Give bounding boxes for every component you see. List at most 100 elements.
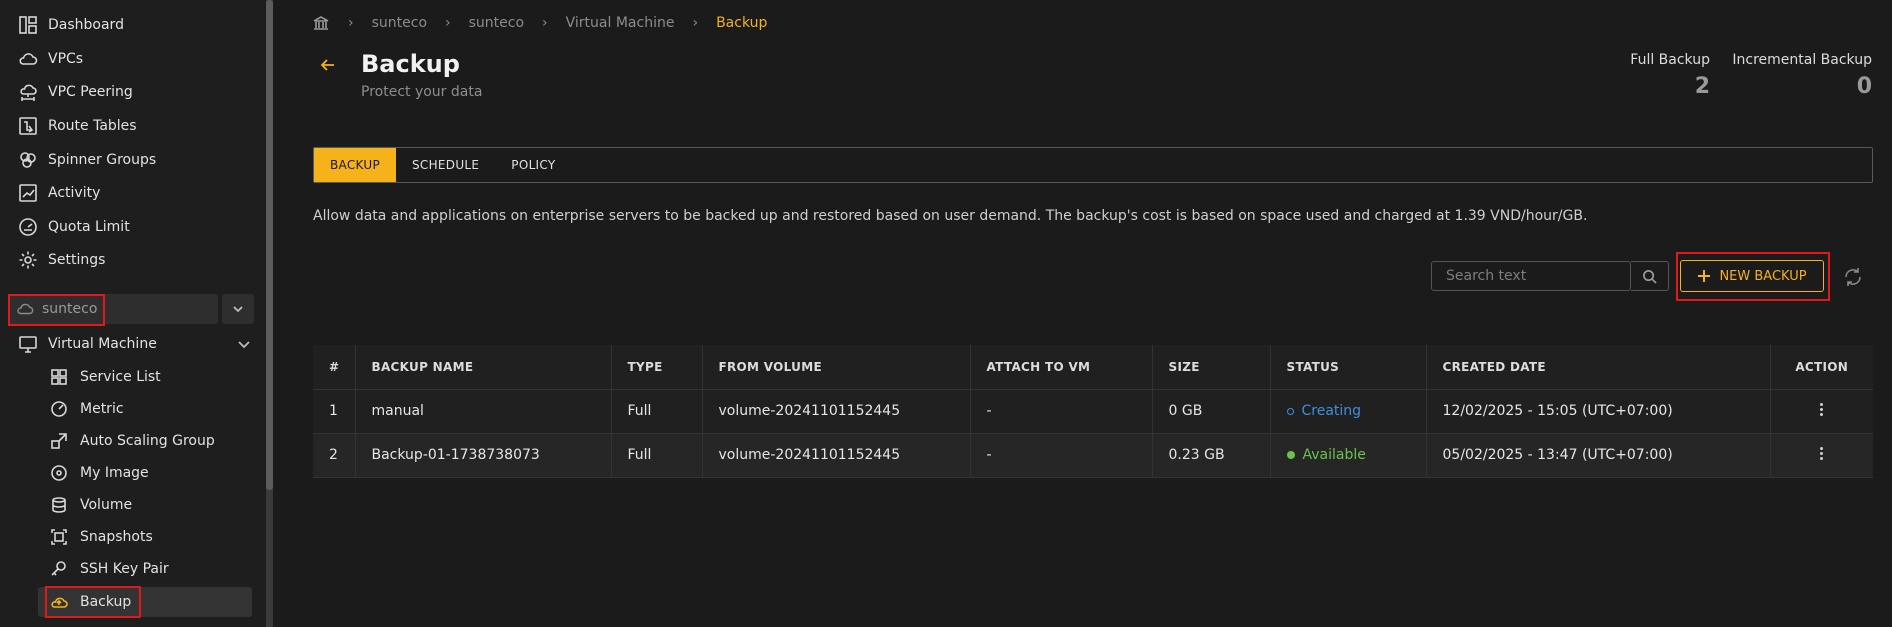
column-header-from-volume[interactable]: FROM VOLUME: [702, 345, 971, 390]
search-input[interactable]: [1432, 262, 1632, 290]
breadcrumb-separator: ›: [692, 15, 699, 31]
sidebar-item-label: Spinner Groups: [48, 152, 157, 168]
sidebar-item-spinner-groups[interactable]: Spinner Groups: [18, 146, 156, 174]
cloud-icon: [19, 53, 38, 65]
sidebar-subitem-my-image[interactable]: My Image: [50, 459, 149, 487]
cell-status: Creating: [1270, 389, 1427, 434]
sidebar-subitem-auto-scaling-group[interactable]: Auto Scaling Group: [50, 427, 215, 455]
sidebar-subitem-label: Snapshots: [80, 529, 153, 545]
column-header-type[interactable]: TYPE: [611, 345, 703, 390]
new-backup-button[interactable]: NEW BACKUP: [1680, 260, 1824, 292]
sidebar-subitem-volume[interactable]: Volume: [50, 491, 132, 519]
sidebar-item-label: Quota Limit: [48, 219, 130, 235]
column-header-attach-to-vm[interactable]: ATTACH TO VM: [970, 345, 1153, 390]
sidebar-subitem-label: Auto Scaling Group: [80, 433, 215, 449]
cell-status: Available: [1270, 433, 1427, 478]
cell-type: Full: [611, 433, 703, 478]
monitor-icon: [19, 336, 37, 353]
scrollbar-thumb[interactable]: [266, 0, 273, 490]
sidebar-subitem-service-list[interactable]: Service List: [50, 363, 161, 391]
column-header-action: ACTION: [1770, 345, 1873, 390]
status-badge-available: Available: [1286, 447, 1366, 463]
sidebar-item-vpcs[interactable]: VPCs: [18, 45, 83, 73]
bank-home-icon[interactable]: [312, 14, 330, 32]
project-select[interactable]: sunteco: [8, 294, 218, 324]
table-row[interactable]: 1 manual Full volume-20241101152445 - 0 …: [313, 389, 1873, 434]
sidebar-item-route-tables[interactable]: Route Tables: [18, 112, 137, 140]
disc-icon: [51, 465, 67, 481]
full-backup-count: 2: [1694, 74, 1710, 99]
more-vertical-icon[interactable]: [1820, 445, 1824, 462]
search-box: [1431, 261, 1632, 291]
column-header-status[interactable]: STATUS: [1270, 345, 1427, 390]
sidebar-subitem-snapshots[interactable]: Snapshots: [50, 523, 153, 551]
sidebar-item-quota-limit[interactable]: Quota Limit: [18, 213, 130, 241]
back-arrow-icon[interactable]: [318, 55, 338, 75]
sidebar-item-dashboard[interactable]: Dashboard: [18, 11, 124, 39]
full-backup-label: Full Backup: [1630, 52, 1710, 68]
breadcrumb: › sunteco › sunteco › Virtual Machine › …: [312, 12, 767, 34]
cell-backup-name: Backup-01-1738738073: [355, 433, 612, 478]
sidebar-scrollbar[interactable]: [266, 0, 273, 627]
search-button[interactable]: [1631, 261, 1669, 291]
tab-bar: BACKUP SCHEDULE POLICY: [313, 147, 1873, 183]
breadcrumb-separator: ›: [348, 15, 354, 31]
table-header-row: # BACKUP NAME TYPE FROM VOLUME ATTACH TO…: [313, 345, 1873, 390]
cell-size: 0.23 GB: [1152, 433, 1271, 478]
cell-action: [1770, 433, 1873, 478]
sidebar-item-settings[interactable]: Settings: [18, 246, 105, 274]
sidebar-subitem-label: Service List: [80, 369, 161, 385]
cell-attach-to-vm: -: [970, 389, 1153, 434]
breadcrumb-item[interactable]: sunteco: [372, 15, 427, 31]
chevron-down-icon[interactable]: [236, 336, 252, 352]
project-name: sunteco: [42, 301, 98, 317]
sidebar-subitem-label: SSH Key Pair: [80, 561, 169, 577]
cloud-backup-icon: [51, 597, 68, 608]
breadcrumb-separator: ›: [542, 15, 548, 31]
sidebar-item-label: Route Tables: [48, 118, 137, 134]
cell-created-date: 12/02/2025 - 15:05 (UTC+07:00): [1426, 389, 1771, 434]
sidebar-group-virtual-machine[interactable]: Virtual Machine: [18, 330, 157, 358]
table-row[interactable]: 2 Backup-01-1738738073 Full volume-20241…: [313, 433, 1873, 478]
more-vertical-icon[interactable]: [1820, 401, 1824, 418]
column-header-size[interactable]: SIZE: [1152, 345, 1271, 390]
database-icon: [52, 497, 66, 513]
tab-policy[interactable]: POLICY: [499, 148, 571, 182]
tab-backup[interactable]: BACKUP: [314, 148, 396, 182]
route-icon: [19, 117, 37, 135]
cell-type: Full: [611, 389, 703, 434]
column-header-index: #: [313, 345, 356, 390]
project-dropdown-button[interactable]: [222, 294, 254, 324]
tab-schedule[interactable]: SCHEDULE: [396, 148, 499, 182]
cell-backup-name: manual: [355, 389, 612, 434]
refresh-icon[interactable]: [1842, 266, 1864, 288]
sidebar-item-label: VPC Peering: [48, 84, 133, 100]
cell-attach-to-vm: -: [970, 433, 1153, 478]
breadcrumb-item[interactable]: sunteco: [469, 15, 524, 31]
cell-from-volume: volume-20241101152445: [702, 389, 971, 434]
page-subtitle: Protect your data: [361, 84, 483, 100]
sidebar-subitem-backup[interactable]: Backup: [50, 587, 131, 617]
sidebar-item-vpc-peering[interactable]: VPC Peering: [18, 78, 133, 106]
sidebar-subitem-metric[interactable]: Metric: [50, 395, 124, 423]
cloud-icon: [17, 303, 34, 315]
plus-icon: [1698, 270, 1711, 282]
sidebar-item-activity[interactable]: Activity: [18, 179, 100, 207]
search-icon: [1643, 269, 1657, 284]
sidebar-subitem-label: My Image: [80, 465, 149, 481]
groups-icon: [20, 152, 36, 168]
gear-icon: [19, 251, 37, 269]
cell-index: 1: [313, 389, 356, 434]
sidebar-subitem-label: Volume: [80, 497, 133, 513]
sidebar-item-label: VPCs: [48, 51, 84, 67]
sidebar-subitem-ssh-key-pair[interactable]: SSH Key Pair: [50, 555, 169, 583]
sidebar-subitem-label: Backup: [80, 594, 132, 610]
snapshot-icon: [51, 529, 67, 545]
gauge-icon: [19, 218, 37, 236]
sidebar-item-label: Settings: [48, 252, 106, 268]
backup-table: # BACKUP NAME TYPE FROM VOLUME ATTACH TO…: [313, 345, 1873, 478]
column-header-backup-name[interactable]: BACKUP NAME: [355, 345, 612, 390]
breadcrumb-item[interactable]: Virtual Machine: [566, 15, 675, 31]
full-backup-stat: Full Backup 2: [1620, 52, 1710, 99]
column-header-created-date[interactable]: CREATED DATE: [1426, 345, 1771, 390]
